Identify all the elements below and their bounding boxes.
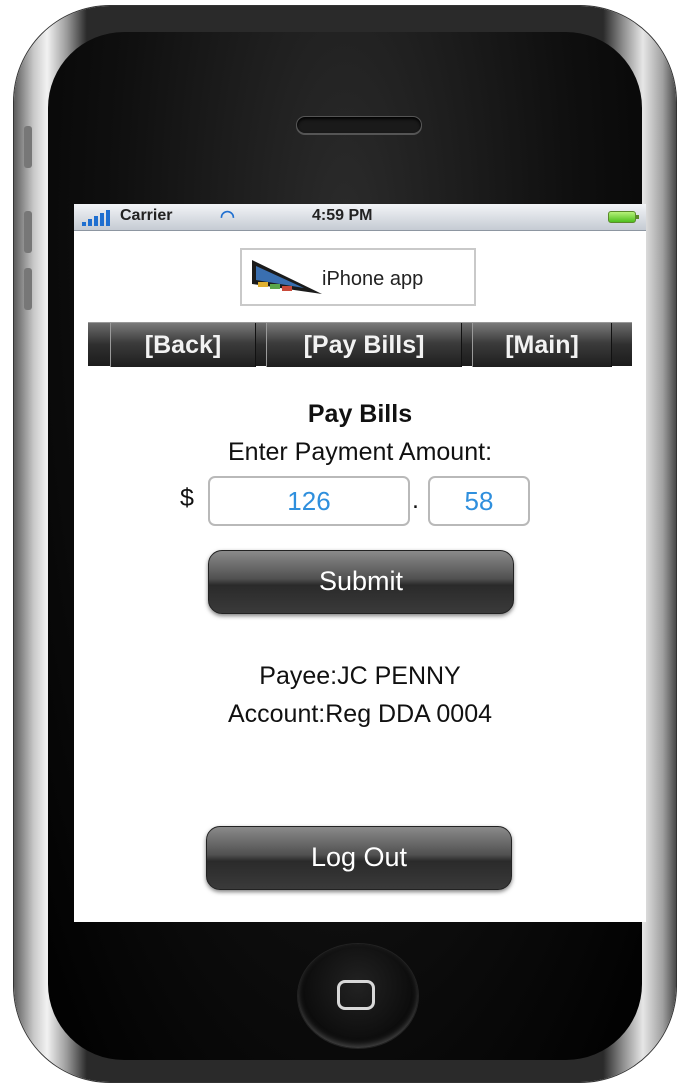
status-time: 4:59 PM	[312, 207, 373, 224]
volume-up-button	[24, 211, 32, 253]
account-label: Account:Reg DDA 0004	[227, 700, 493, 728]
earpiece-speaker	[296, 116, 422, 134]
home-icon	[337, 980, 375, 1010]
logo-text: iPhone app	[322, 268, 424, 290]
payment-instruction: Enter Payment Amount:	[227, 438, 493, 466]
app-screen: Carrier ◠ 4:59 PM iPhone app [Back] [Pay…	[74, 204, 646, 922]
main-button[interactable]: [Main]	[472, 323, 612, 367]
battery-icon	[608, 211, 639, 223]
logout-button[interactable]: Log Out	[206, 826, 512, 890]
mute-switch	[24, 126, 32, 168]
nav-bar: [Back] [Pay Bills] [Main]	[88, 322, 632, 367]
status-bar: Carrier ◠ 4:59 PM	[74, 204, 646, 231]
signal-icon	[82, 210, 116, 226]
cents-input[interactable]	[428, 476, 530, 526]
carrier-label: Carrier	[120, 207, 173, 224]
currency-symbol: $	[180, 484, 194, 512]
page-title: Pay Bills	[307, 400, 413, 428]
volume-down-button	[24, 268, 32, 310]
iphone-logo-icon	[252, 260, 322, 294]
wifi-icon: ◠	[220, 207, 235, 226]
app-logo: iPhone app	[240, 248, 476, 306]
back-button[interactable]: [Back]	[110, 323, 256, 367]
pay-bills-button[interactable]: [Pay Bills]	[266, 323, 462, 367]
payee-label: Payee:JC PENNY	[259, 662, 461, 690]
home-button[interactable]	[298, 944, 418, 1048]
decimal-point: .	[412, 486, 419, 514]
submit-button[interactable]: Submit	[208, 550, 514, 614]
dollars-input[interactable]	[208, 476, 410, 526]
